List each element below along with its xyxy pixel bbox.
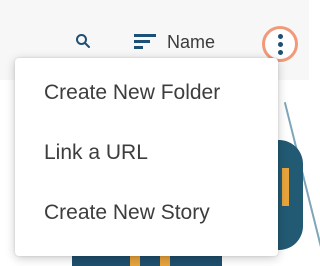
menu-item-label: Create New Folder xyxy=(44,81,221,104)
menu-item-link-a-url[interactable]: Link a URL xyxy=(15,124,278,182)
more-options-button[interactable] xyxy=(262,26,298,62)
sort-icon[interactable] xyxy=(134,34,158,50)
options-dropdown-menu: Create New Folder Link a URL Create New … xyxy=(15,58,278,256)
search-icon[interactable] xyxy=(75,33,91,49)
menu-item-label: Create New Story xyxy=(44,201,210,224)
background-graphic-bottom-bar xyxy=(160,256,170,266)
sort-label[interactable]: Name xyxy=(167,31,215,53)
menu-item-create-new-folder[interactable]: Create New Folder xyxy=(15,64,278,122)
menu-item-label: Link a URL xyxy=(44,141,148,164)
background-graphic-bottom xyxy=(72,256,222,266)
menu-item-create-new-story[interactable]: Create New Story xyxy=(15,184,278,242)
background-graphic-bottom-bar xyxy=(130,256,140,266)
background-graphic-bar xyxy=(282,168,289,206)
